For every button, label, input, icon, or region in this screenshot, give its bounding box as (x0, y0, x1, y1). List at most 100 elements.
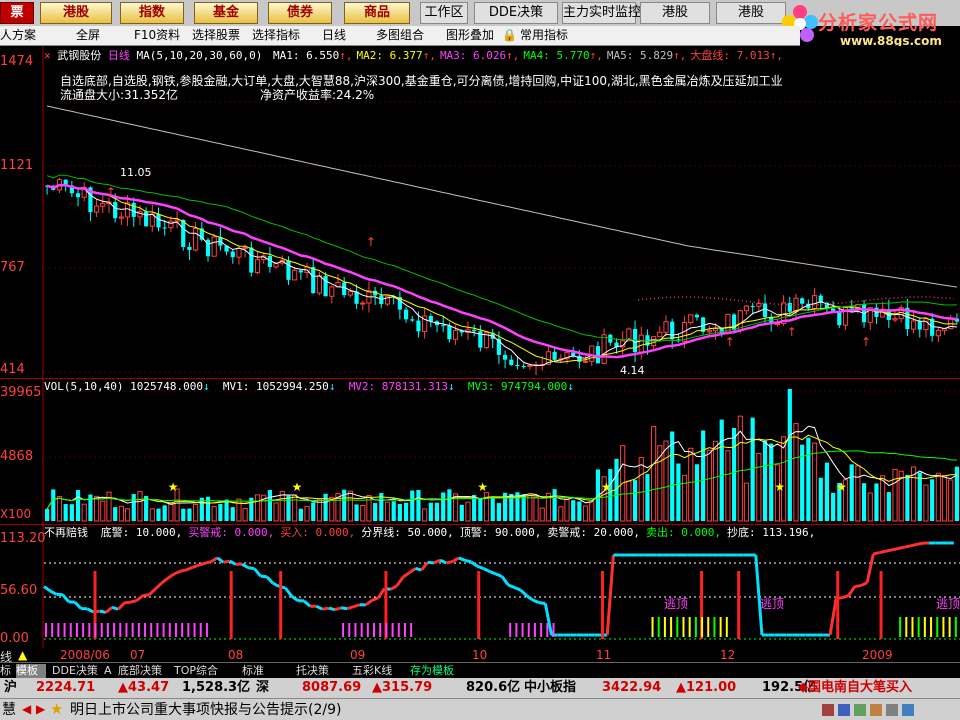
topbar-stocks-button[interactable]: 票 (0, 2, 34, 24)
toolbar-select-stock[interactable]: 选择股票 (192, 26, 240, 45)
oscillator-segment (315, 604, 324, 611)
buy-warn-bar (385, 623, 388, 637)
ma-value-5: MA5: 5.829 (606, 49, 674, 62)
tab-standard[interactable]: 标准 (242, 664, 282, 678)
next-arrow-icon[interactable]: ▶ (36, 702, 45, 716)
tab-standard-short[interactable]: 标 (0, 664, 14, 678)
tab-colored-kline[interactable]: 五彩K线 (352, 664, 402, 678)
ma-values: MA1: 6.550↑, MA2: 6.377↑, MA3: 6.026↑, MA4:… (269, 49, 783, 62)
up-arrow-icon: ↑, (589, 49, 603, 62)
date-label: 08 (228, 648, 244, 662)
topbar-index-button[interactable]: 指数 (120, 2, 184, 24)
toolbar-select-indicator[interactable]: 选择指标 (252, 26, 300, 45)
marquee-message[interactable]: 明日上市公司重大事项快报与公告提示(2/9) (70, 700, 341, 720)
tab-support-decision[interactable]: 托决策 (296, 664, 340, 678)
candle-body (892, 318, 898, 321)
oscillator-segment (482, 567, 491, 573)
indicator-chart[interactable] (0, 525, 960, 649)
candle-body (311, 267, 316, 294)
topbar-commodity-button[interactable]: 商品 (344, 2, 410, 24)
tray-icons[interactable] (820, 701, 920, 719)
toolbar-multi-chart[interactable]: 多图组合 (376, 26, 424, 45)
period-label: 日线 (107, 49, 130, 62)
ma-value-3: MA3: 6.026 (439, 49, 507, 62)
star-icon: ★ (601, 480, 612, 494)
candle-body (756, 303, 762, 307)
prev-arrow-icon[interactable]: ◀ (22, 702, 31, 716)
stock-name: 武钢股份 (57, 49, 102, 62)
indicator-chart-pane[interactable]: 不再赔钱 底警: 10.000, 买警戒: 0.000, 买入: 0.000, 分界线… (0, 524, 960, 649)
candle-body (577, 355, 582, 362)
buy-warn-bar (342, 623, 345, 637)
oscillator-segment (376, 587, 386, 599)
candle-body (347, 291, 353, 296)
sz-index-value[interactable]: 8087.69 (302, 679, 361, 697)
volume-chart-pane[interactable]: ★ ★ ★ ★ ★ ★ VOL(5,10,40) 1025748.000↓, MV1: 1… (0, 378, 960, 525)
sh-index-value[interactable]: 2224.71 (36, 679, 95, 697)
sme-index-value[interactable]: 3422.94 (602, 679, 661, 697)
candle-body (354, 291, 359, 304)
volume-bar (478, 497, 483, 521)
sz-index-amount: 820.6亿 (466, 680, 521, 695)
topbar-dde-button[interactable]: DDE决策 (474, 2, 558, 24)
tab-template[interactable]: 模板 (16, 664, 46, 678)
candle-body (131, 202, 136, 217)
candle-body (527, 364, 533, 367)
volume-bar (428, 502, 433, 521)
vol-axis-label: 39965 (0, 385, 42, 400)
up-arrow-icon: ↑, (673, 49, 687, 62)
topbar-hk2-button[interactable]: 港股 (640, 2, 710, 24)
tab-bottom-decision[interactable]: 底部决策 (118, 664, 170, 678)
down-arrow-icon: ↓ (328, 380, 336, 393)
buy-warn-bar (552, 623, 555, 637)
topbar-fund-button[interactable]: 基金 (194, 2, 258, 24)
buy-warn-bar (45, 623, 47, 637)
topbar-workspace-button[interactable]: 工作区 (420, 2, 468, 24)
toolbar-scheme[interactable]: 人方案 (0, 26, 36, 45)
tab-top-combined[interactable]: TOP综合 (174, 664, 230, 678)
news-alert[interactable]: ◆国电南自大笔买入 (798, 679, 912, 697)
sell-warn-bar (663, 617, 666, 637)
toolbar-overlay[interactable]: 图形叠加 (446, 26, 494, 45)
topbar-monitor-button[interactable]: 主力实时监控 (562, 2, 641, 24)
volume-bar (230, 507, 235, 521)
volume-bar (81, 503, 87, 522)
indicator-param-4: 分界线: 50.000, (361, 526, 454, 539)
volume-bar (849, 464, 854, 521)
volume-bar (694, 464, 700, 521)
volume-bar (236, 498, 242, 522)
sell-warn-bar (719, 617, 722, 637)
toolbar-common-indicator[interactable]: 常用指标 (520, 26, 568, 45)
price-axis-label: 414 (0, 362, 25, 377)
volume-chart[interactable]: ★ ★ ★ ★ ★ ★ (0, 379, 960, 525)
volume-bar (490, 497, 495, 521)
candle-body (254, 259, 261, 274)
tab-a[interactable]: A (104, 664, 116, 678)
candle-body (410, 319, 415, 321)
price-chart-pane[interactable]: ↑ ↑ ↑ ↑ ↑ ✕ 武钢股份 日线 MA(5,10,20,30,60,0) MA1:… (0, 46, 960, 378)
low-annotation: 4.14 (620, 364, 645, 377)
sell-warn-bar (657, 617, 660, 637)
date-label: 07 (130, 648, 146, 662)
oscillator-segment (543, 603, 553, 636)
topbar-hk-button[interactable]: 港股 (40, 2, 112, 24)
topbar-hk3-button[interactable]: 港股 (716, 2, 786, 24)
toolbar-f10[interactable]: F10资料 (134, 26, 180, 45)
candle-body (144, 211, 149, 227)
date-label: 09 (350, 648, 366, 662)
oscillator-segment (130, 598, 138, 604)
toolbar-period[interactable]: 日线 (322, 26, 346, 45)
tab-dde[interactable]: DDE决策 (52, 664, 100, 678)
volume-bar (391, 501, 396, 521)
lock-icon[interactable]: 🔒 (502, 26, 517, 45)
candle-body (187, 246, 192, 251)
oscillator-segment (495, 572, 503, 578)
toolbar-fullscreen[interactable]: 全屏 (76, 26, 100, 45)
oscillator-segment (284, 587, 293, 597)
indicator-param-2: 买警戒: 0.000, (188, 526, 275, 539)
sell-warn-bar (651, 617, 654, 637)
candle-body (441, 325, 446, 327)
topbar-bond-button[interactable]: 债券 (268, 2, 332, 24)
tab-save-template[interactable]: 存为模板 (410, 664, 464, 678)
oscillator-segment (216, 556, 225, 564)
